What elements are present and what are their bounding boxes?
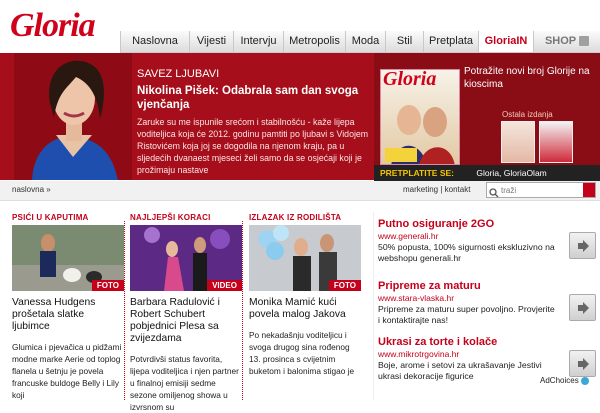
- article-title[interactable]: Barbara Radulović i Robert Schubert pobj…: [130, 297, 242, 345]
- issue-thumbnail[interactable]: [501, 121, 535, 163]
- gloria-logo[interactable]: Gloria: [10, 6, 96, 46]
- subscribe-bar[interactable]: PRETPLATITE SE: Gloria, GloriaOlam: [374, 165, 600, 181]
- ad-arrow-button[interactable]: [569, 294, 596, 321]
- ad-arrow-button[interactable]: [569, 350, 596, 377]
- arrow-right-icon: [578, 358, 589, 370]
- adchoices-label: AdChoices: [540, 376, 579, 385]
- ad-title[interactable]: Putno osiguranje 2GO: [378, 218, 596, 231]
- article-thumbnail[interactable]: FOTO: [249, 225, 361, 291]
- photo-badge: FOTO: [328, 280, 361, 291]
- search-icon: [489, 185, 499, 203]
- hero-text: SAVEZ LJUBAVI Nikolina Pišek: Odabrala s…: [137, 67, 372, 176]
- video-badge: VIDEO: [207, 280, 242, 291]
- adchoices-link[interactable]: AdChoices: [540, 376, 589, 385]
- article-card[interactable]: PSIĆI U KAPUTIMA FOTO Vanessa Hudgens pr…: [12, 213, 124, 401]
- article-rubric[interactable]: PSIĆI U KAPUTIMA: [12, 213, 124, 222]
- photo-badge: FOTO: [91, 280, 124, 291]
- hero-photo[interactable]: [14, 53, 132, 180]
- nav-item-moda[interactable]: Moda: [345, 31, 385, 52]
- ad-item[interactable]: Pripreme za maturu www.stara-vlaska.hr P…: [378, 280, 596, 326]
- subscribe-label: PRETPLATITE SE:: [380, 168, 454, 178]
- ad-title[interactable]: Pripreme za maturu: [378, 280, 596, 293]
- issue-thumbnail[interactable]: [539, 121, 573, 163]
- magazine-cover[interactable]: Gloria: [380, 69, 460, 165]
- main-nav: Naslovna Vijesti Intervju Metropolis Mod…: [120, 31, 600, 53]
- ad-item[interactable]: Putno osiguranje 2GO www.generali.hr 50%…: [378, 218, 596, 264]
- article-rubric[interactable]: IZLAZAK IZ RODILIŠTA: [249, 213, 361, 222]
- article-card[interactable]: IZLAZAK IZ RODILIŠTA FOTO Monika Mamić k…: [249, 213, 361, 377]
- nav-item-vijesti[interactable]: Vijesti: [189, 31, 233, 52]
- search-box[interactable]: [486, 182, 596, 198]
- arrow-right-icon: [578, 240, 589, 252]
- article-excerpt: Potvrdivši status favorita, lijepa vodit…: [130, 354, 239, 412]
- article-rubric[interactable]: NAJLJEPŠI KORACI: [130, 213, 242, 222]
- column-divider: [242, 221, 243, 400]
- ad-url[interactable]: www.stara-vlaska.hr: [378, 293, 596, 304]
- search-input[interactable]: [501, 184, 581, 196]
- ad-url[interactable]: www.mikrotrgovina.hr: [378, 349, 596, 360]
- shop-label: SHOP: [544, 35, 576, 47]
- subscribe-links[interactable]: Gloria, GloriaOlam: [476, 168, 546, 178]
- article-excerpt: Po nekadašnju voditeljicu i svoga drugog…: [249, 330, 355, 376]
- ad-description: 50% popusta, 100% sigurnosti ekskluzivno…: [378, 242, 555, 263]
- hero-kicker: SAVEZ LJUBAVI: [137, 68, 220, 80]
- utility-links[interactable]: marketing | kontakt: [403, 185, 470, 194]
- ad-description: Pripreme za maturu super povoljno. Provj…: [378, 304, 555, 325]
- ad-title[interactable]: Ukrasi za torte i kolače: [378, 336, 596, 349]
- nav-item-gloriain[interactable]: GloriaIN: [478, 31, 533, 52]
- arrow-right-icon: [578, 302, 589, 314]
- breadcrumb[interactable]: naslovna »: [12, 185, 51, 194]
- article-card[interactable]: NAJLJEPŠI KORACI VIDEO Barbara Radulović…: [130, 213, 242, 413]
- hero-teaser: Zaruke su me ispunile srećom i stabilnoš…: [137, 117, 369, 175]
- article-excerpt: Glumica i pjevačica u pidžami modne mark…: [12, 342, 122, 400]
- article-thumbnail[interactable]: FOTO: [12, 225, 124, 291]
- magazine-promo[interactable]: Gloria Potražite novi broj Glorije na ki…: [374, 53, 600, 180]
- nav-item-intervju[interactable]: Intervju: [233, 31, 283, 52]
- search-submit-button[interactable]: [583, 183, 595, 197]
- sponsored-links: Putno osiguranje 2GO www.generali.hr 50%…: [373, 212, 600, 400]
- adchoices-icon: [580, 376, 589, 385]
- other-issues-label: Ostala izdanja: [502, 110, 553, 119]
- nav-item-shop[interactable]: SHOP: [533, 31, 600, 52]
- nav-item-metropolis[interactable]: Metropolis: [283, 31, 345, 52]
- nav-item-naslovna[interactable]: Naslovna: [120, 31, 189, 52]
- shopping-bag-icon: [579, 36, 590, 47]
- article-title[interactable]: Vanessa Hudgens prošetala slatke ljubimc…: [12, 297, 124, 333]
- article-title[interactable]: Monika Mamić kući povela malog Jakova: [249, 297, 361, 321]
- magazine-promo-text: Potražite novi broj Glorije na kioscima: [464, 66, 590, 90]
- ad-url[interactable]: www.generali.hr: [378, 231, 596, 242]
- column-divider: [124, 221, 125, 400]
- hero-headline[interactable]: Nikolina Pišek: Odabrala sam dan svoga v…: [137, 84, 372, 112]
- ad-description: Boje, arome i setovi za ukrašavanje Jest…: [378, 360, 542, 381]
- nav-item-pretplata[interactable]: Pretplata: [423, 31, 478, 52]
- ad-arrow-button[interactable]: [569, 232, 596, 259]
- nav-item-stil[interactable]: Stil: [385, 31, 423, 52]
- article-thumbnail[interactable]: VIDEO: [130, 225, 242, 291]
